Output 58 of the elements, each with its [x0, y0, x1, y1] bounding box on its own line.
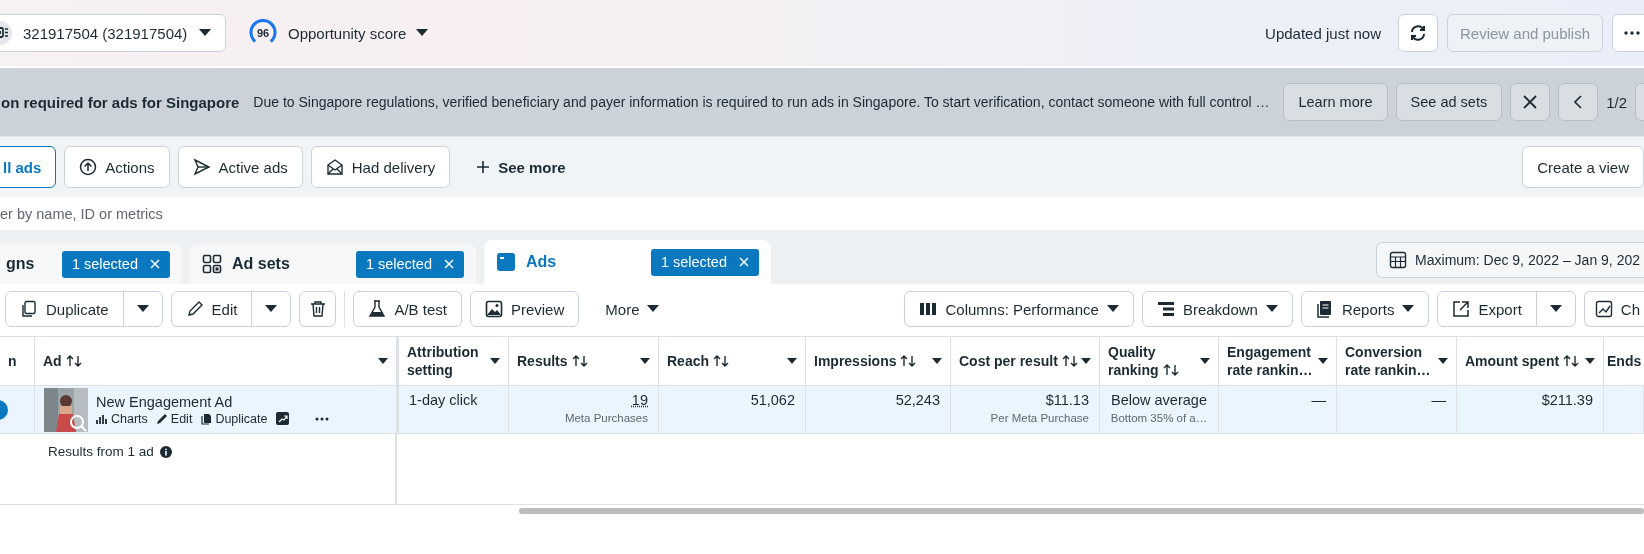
table-cell: Below average — [1111, 392, 1207, 408]
banner-message: Due to Singapore regulations, verified beneficiary and payer information is required to run ads in Singapore. To start verification, contact someone with full control … — [253, 94, 1270, 110]
see-more-button[interactable]: See more — [462, 148, 580, 186]
column-header[interactable]: Conversion rate rankin… — [1337, 337, 1457, 385]
column-header[interactable]: Reach — [659, 337, 806, 385]
filter-chip[interactable]: Active ads — [177, 146, 303, 188]
opportunity-score-button[interactable]: 96 Opportunity score — [248, 18, 429, 48]
table-cell: — — [1431, 392, 1446, 408]
results-summary: Results from 1 ad — [48, 444, 154, 459]
table-cell: 19 — [631, 392, 648, 408]
banner-title: on required for ads for Singapore — [1, 93, 240, 111]
cell-caption: Per Meta Purchase — [990, 412, 1089, 424]
create-view-button[interactable]: Create a view — [1522, 146, 1644, 188]
column-header[interactable]: n — [0, 337, 35, 385]
filter-chip[interactable]: ll ads — [0, 146, 57, 188]
table-cell: 1-day click — [409, 392, 478, 408]
column-header[interactable]: Ends — [1604, 337, 1644, 385]
ad-action-link[interactable]: Duplicate — [200, 411, 268, 426]
more-menu-button[interactable]: More — [591, 291, 674, 327]
column-header[interactable]: Engagement rate rankin… — [1219, 337, 1337, 385]
search-field[interactable]: er by name, ID or metrics — [0, 205, 400, 222]
dropdown-button[interactable]: Columns: Performance — [904, 291, 1134, 327]
chart-button[interactable]: Ch — [1583, 291, 1644, 327]
column-header[interactable]: Quality ranking — [1100, 337, 1219, 385]
account-selector[interactable]: 321917504 (321917504) — [0, 14, 226, 52]
column-header[interactable]: Results — [509, 337, 659, 385]
toolbar-button[interactable]: A/B test — [353, 291, 462, 327]
dropdown-button[interactable]: Breakdown — [1141, 291, 1293, 327]
selection-badge[interactable]: 1 selected — [355, 250, 464, 278]
selection-badge[interactable]: 1 selected — [650, 248, 759, 276]
table-row[interactable]: New Engagement Ad Charts Edit Duplicate 1-day click 19 Meta Purchases 51,062 52,243 $11.13 Per Meta Purchase Below average Bottom 35% of a… — — $211.39 — [0, 386, 1644, 434]
selection-badge[interactable]: 1 selected — [61, 250, 170, 278]
ad-action-link[interactable]: Charts — [96, 411, 148, 426]
filter-chip[interactable]: Had delivery — [310, 146, 451, 188]
column-header[interactable]: Ad — [35, 337, 397, 385]
cell-caption: Meta Purchases — [564, 412, 648, 424]
banner-button[interactable]: Learn more — [1283, 83, 1388, 121]
dropdown-button[interactable]: Reports — [1300, 291, 1430, 327]
column-header[interactable]: Cost per result — [951, 337, 1100, 385]
table-cell: 52,243 — [895, 392, 940, 408]
ad-name-link[interactable]: New Engagement Ad — [96, 393, 329, 410]
date-range-button[interactable]: Maximum: Dec 9, 2022 – Jan 9, 202 — [1376, 242, 1644, 278]
banner-button[interactable]: See ad sets — [1395, 83, 1503, 121]
ad-action-link[interactable]: Edit — [155, 411, 193, 426]
table-cell: 51,062 — [750, 392, 795, 408]
cell-caption: Bottom 35% of a… — [1110, 412, 1208, 424]
page-counter: 1/2 — [1606, 93, 1628, 111]
level-tab[interactable]: gns 1 selected — [0, 244, 182, 284]
level-tab[interactable]: Ads 1 selected — [484, 240, 771, 284]
table-cell: $211.39 — [1541, 392, 1593, 408]
toolbar-button[interactable]: Preview — [469, 291, 580, 327]
level-tab[interactable]: Ad sets 1 selected — [190, 244, 476, 284]
update-status: Updated just now — [1265, 24, 1381, 42]
column-header[interactable]: Amount spent — [1457, 337, 1604, 385]
filter-chip[interactable]: Actions — [64, 146, 170, 188]
table-cell: $11.13 — [1045, 392, 1089, 408]
table-cell: — — [1311, 392, 1326, 408]
column-header[interactable]: Impressions — [806, 337, 951, 385]
